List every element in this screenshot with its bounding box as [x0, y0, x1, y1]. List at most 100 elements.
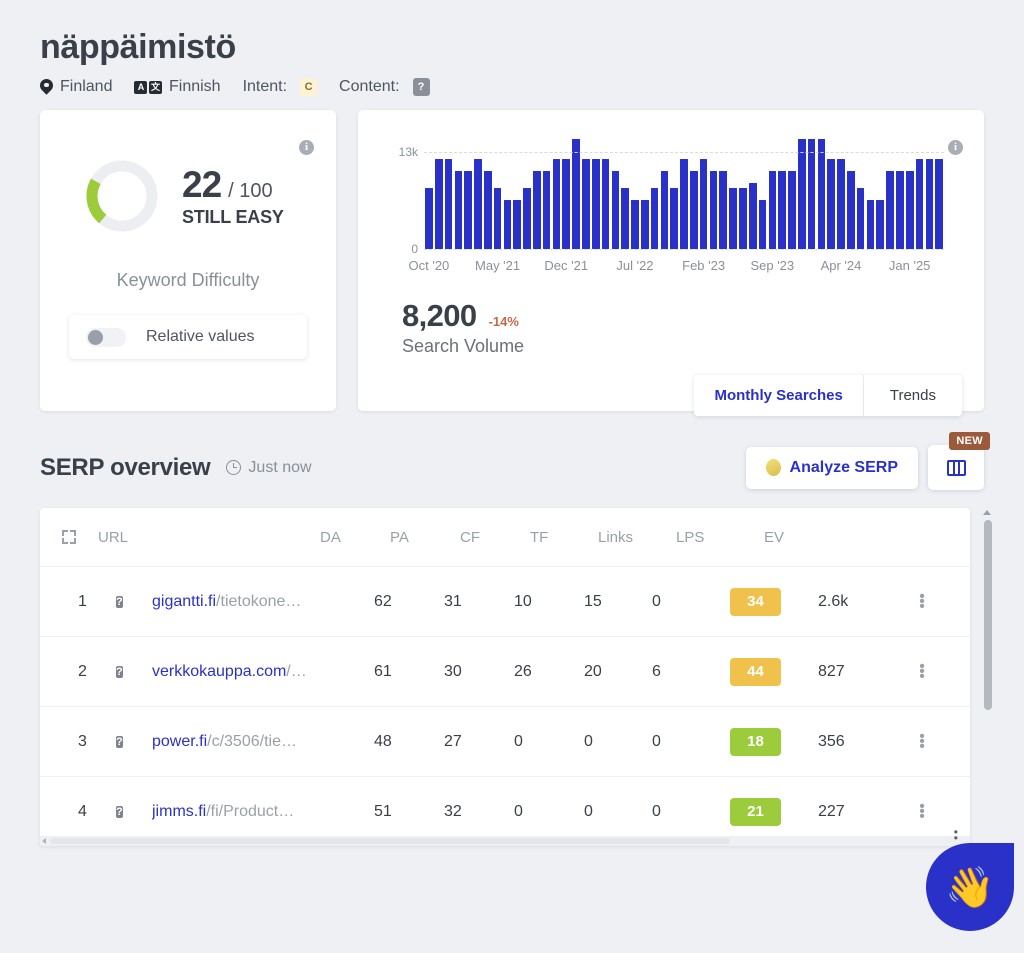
intent-badge[interactable]: C: [300, 78, 318, 97]
row-menu-cell[interactable]: • • •: [902, 799, 942, 825]
chart-bar[interactable]: [797, 138, 806, 250]
tab-monthly-searches[interactable]: Monthly Searches: [694, 375, 864, 417]
column-header-tf[interactable]: TF: [530, 529, 598, 546]
column-header-url[interactable]: URL: [98, 529, 320, 546]
relative-values-switch[interactable]: [86, 327, 126, 347]
row-url[interactable]: power.fi/c/3506/tie…: [152, 733, 374, 751]
row-url[interactable]: verkkokauppa.com/…: [152, 663, 374, 681]
chart-bar[interactable]: [562, 158, 571, 250]
chart-bar[interactable]: [464, 170, 472, 250]
row-url-domain[interactable]: power.fi: [152, 733, 207, 750]
chart-bar[interactable]: [640, 199, 649, 250]
chart-bar[interactable]: [925, 158, 934, 250]
scroll-left-caret[interactable]: [42, 837, 46, 844]
chart-bar[interactable]: [748, 182, 757, 250]
row-url-domain[interactable]: jimms.fi: [152, 803, 206, 820]
chart-bar[interactable]: [474, 158, 482, 250]
chart-bar[interactable]: [552, 158, 561, 250]
chart-bar[interactable]: [935, 158, 943, 250]
chart-bar[interactable]: [778, 170, 786, 250]
chart-bar[interactable]: [788, 170, 796, 250]
relative-values-toggle[interactable]: Relative values: [69, 315, 307, 360]
row-menu-cell[interactable]: • • •: [902, 589, 942, 615]
row-url-domain[interactable]: gigantti.fi: [152, 593, 216, 610]
kd-info-icon[interactable]: i: [299, 140, 314, 156]
column-header-lps[interactable]: LPS: [676, 529, 764, 546]
row-more-options-icon[interactable]: • • •: [902, 729, 942, 755]
chart-bar[interactable]: [709, 170, 718, 250]
chart-bar[interactable]: [847, 170, 855, 250]
chart-bar[interactable]: [719, 170, 728, 250]
table-row[interactable]: 2? verkkokauppa.com/… 61 30 26 20 6 44 827 • • •: [40, 636, 970, 706]
row-url[interactable]: jimms.fi/fi/Product…: [152, 803, 374, 821]
row-url-path[interactable]: /fi/Product…: [206, 803, 294, 820]
chart-bar[interactable]: [582, 158, 590, 250]
chart-bar[interactable]: [680, 158, 688, 250]
chart-bar[interactable]: [591, 158, 600, 250]
chart-bar[interactable]: [542, 170, 551, 250]
column-header-pa[interactable]: PA: [390, 529, 460, 546]
tab-trends[interactable]: Trends: [863, 375, 962, 417]
chart-bar[interactable]: [503, 199, 512, 250]
chart-bar[interactable]: [483, 170, 492, 250]
chart-bar[interactable]: [886, 170, 894, 250]
chart-bar[interactable]: [513, 199, 522, 250]
chart-bar[interactable]: [807, 138, 816, 250]
chart-bar[interactable]: [896, 170, 904, 250]
chart-bar[interactable]: [572, 138, 580, 250]
column-header-da[interactable]: DA: [320, 529, 390, 546]
chart-bar[interactable]: [817, 138, 826, 250]
chart-bar[interactable]: [866, 199, 875, 250]
scroll-up-caret[interactable]: [983, 510, 991, 516]
chat-widget-button[interactable]: 👋: [926, 843, 1014, 931]
row-url-path[interactable]: /c/3506/tie…: [207, 733, 297, 750]
chart-bar[interactable]: [915, 158, 924, 250]
row-url-path[interactable]: /tietokone…: [216, 593, 301, 610]
table-row[interactable]: 1? gigantti.fi/tietokone… 62 31 10 15 0 34 2.6k •…: [40, 566, 970, 636]
row-url-domain[interactable]: verkkokauppa.com: [152, 663, 286, 680]
chart-bar[interactable]: [670, 187, 679, 250]
row-url-path[interactable]: /…: [286, 663, 306, 680]
row-more-options-icon[interactable]: • • •: [902, 589, 942, 615]
analyze-serp-button[interactable]: Analyze SERP: [745, 446, 918, 489]
table-row[interactable]: 3? power.fi/c/3506/tie… 48 27 0 0 0 18 356 • • •: [40, 706, 970, 776]
chart-bar[interactable]: [837, 158, 845, 250]
chart-bar[interactable]: [493, 187, 502, 250]
column-header-ev[interactable]: EV: [764, 529, 848, 546]
chart-bar[interactable]: [876, 199, 885, 250]
chart-bar[interactable]: [631, 199, 639, 250]
chart-bar[interactable]: [690, 170, 698, 250]
row-more-options-icon[interactable]: • • •: [902, 799, 942, 825]
chart-bar[interactable]: [434, 158, 443, 250]
chart-bar[interactable]: [601, 158, 610, 250]
table-vertical-scrollbar[interactable]: [984, 520, 992, 711]
chart-bar[interactable]: [856, 187, 865, 250]
chart-bar[interactable]: [454, 170, 463, 250]
chart-bar[interactable]: [621, 187, 629, 250]
row-menu-cell[interactable]: • • •: [902, 729, 942, 755]
chart-bar[interactable]: [768, 170, 777, 250]
table-horizontal-scrollbar[interactable]: [40, 836, 970, 847]
column-header-cf[interactable]: CF: [460, 529, 530, 546]
chart-bar[interactable]: [827, 158, 836, 250]
chart-bar[interactable]: [611, 170, 620, 250]
row-more-options-icon[interactable]: • • •: [902, 659, 942, 685]
column-header-links[interactable]: Links: [598, 529, 676, 546]
chart-bar[interactable]: [729, 187, 737, 250]
row-url[interactable]: gigantti.fi/tietokone…: [152, 593, 374, 611]
chart-bar[interactable]: [758, 199, 767, 250]
chart-bar[interactable]: [905, 170, 914, 250]
row-menu-cell[interactable]: • • •: [902, 659, 942, 685]
chart-bar[interactable]: [660, 170, 669, 250]
horizontal-scroll-thumb[interactable]: [50, 838, 730, 845]
chart-bar[interactable]: [444, 158, 453, 250]
chart-bar[interactable]: [650, 187, 659, 250]
chart-bar[interactable]: [739, 187, 747, 250]
chart-bar[interactable]: [523, 187, 531, 250]
content-badge[interactable]: ?: [412, 78, 430, 97]
chart-bar[interactable]: [699, 158, 708, 250]
chart-bar[interactable]: [425, 187, 433, 250]
expand-all-button[interactable]: [62, 530, 98, 545]
columns-settings-button[interactable]: NEW: [928, 432, 990, 491]
chart-bar[interactable]: [533, 170, 541, 250]
